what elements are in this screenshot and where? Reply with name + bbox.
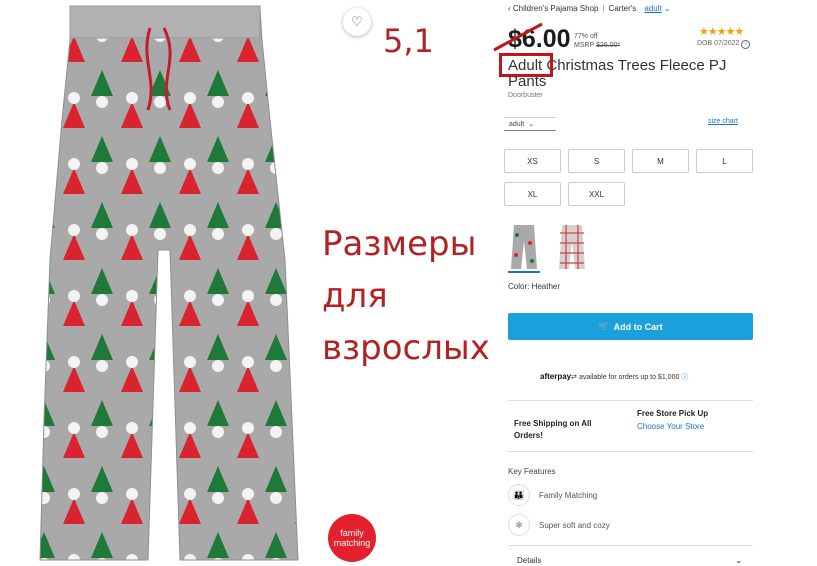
size-option-m[interactable]: M [632,149,689,173]
color-label: Color: Heather [508,282,561,291]
chevron-down-icon: ⌄ [663,4,671,13]
annotation-box-adult [499,53,553,77]
afterpay-logo: afterpay [540,372,572,381]
rating-stars[interactable]: ★★★★★ [699,25,744,38]
add-to-cart-label: Add to Cart [613,321,663,332]
details-accordion[interactable]: Details [517,556,541,565]
add-to-cart-button[interactable]: 🛒 Add to Cart [508,313,753,340]
badge-line-1: family [340,528,364,538]
afterpay-info: afterpay⇄ available for orders up to $1,… [540,372,688,382]
cart-icon: 🛒 [598,321,610,331]
info-icon[interactable]: ⓘ [681,374,688,381]
size-option-l[interactable]: L [696,149,753,173]
wishlist-button[interactable]: ♡ [343,8,371,36]
color-swatch-plaid[interactable] [556,223,588,271]
store-pickup-text: Free Store Pick Up [637,409,709,418]
dob-info: DOB 07/2022 i [697,40,751,49]
breadcrumb-brand-link[interactable]: Carter's [609,4,637,13]
choose-store-link[interactable]: Choose Your Store [637,422,704,431]
discount-info: 77% off MSRP $26.00* [574,32,620,50]
msrp-label: MSRP [574,42,595,49]
annotation-size: 5,1 [383,22,434,60]
size-option-s[interactable]: S [568,149,625,173]
product-image-area: ♡ family matching [0,0,376,565]
heart-icon: ♡ [351,14,363,29]
size-chart-link[interactable]: size chart [708,118,738,125]
chevron-down-icon: ⌄ [528,121,534,128]
product-image [39,5,299,561]
family-icon: 👪 [508,484,530,506]
chevron-down-icon[interactable]: ⌄ [735,555,743,566]
feature-soft: ❄ Super soft and cozy [508,514,610,536]
color-swatch-heather[interactable] [508,223,540,273]
badge-line-2: matching [333,538,371,548]
family-matching-badge: family matching [328,514,376,562]
breadcrumb-current[interactable]: adult [644,4,661,13]
afterpay-text: available for orders up to $1,000 [578,374,680,381]
divider [508,545,753,546]
discount-percent: 77% off [574,33,598,40]
annotation-line-1: Размеры [322,224,477,264]
size-option-xxl[interactable]: XXL [568,182,625,206]
msrp-value: $26.00* [596,42,621,49]
free-shipping-text: Free Shipping on All Orders! [514,419,592,440]
product-subtitle: Doorbuster [508,92,543,99]
annotation-adult-sizes: Размеры для взрослых [322,218,522,374]
afterpay-arrows-icon: ⇄ [571,374,577,381]
annotation-line-3: взрослых [322,328,490,368]
feature-family-matching: 👪 Family Matching [508,484,597,506]
key-features-heading: Key Features [508,467,556,476]
size-type-select[interactable]: adult ⌄ [504,117,556,131]
shipping-options: Free Shipping on All Orders! Free Store … [508,400,753,452]
size-option-xs[interactable]: XS [504,149,561,173]
info-icon[interactable]: i [741,40,751,49]
size-option-xl[interactable]: XL [504,182,561,206]
snowflake-icon: ❄ [508,514,530,536]
annotation-line-2: для [322,276,388,316]
